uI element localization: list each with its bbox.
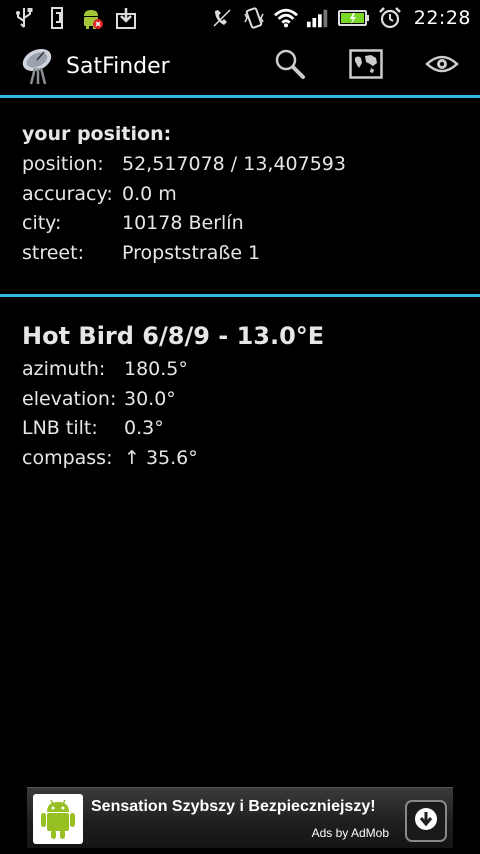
position-value: 52,517078 / 13,407593 [122,153,346,175]
ad-headline[interactable]: Sensation Szybszy i Bezpieczniejszy! [91,798,376,816]
lnb-tilt-row: LNB tilt: 0.3° [22,417,470,447]
compass-value: ↑ 35.6° [124,446,198,469]
elevation-label: elevation: [22,387,117,410]
map-icon [349,49,383,83]
eye-icon [425,53,459,79]
city-value: 10178 Berlín [122,212,244,234]
lnb-tilt-label: LNB tilt: [22,417,98,439]
position-label: position: [22,153,104,175]
ad-download-button[interactable] [405,800,447,842]
street-label: street: [22,241,84,264]
azimuth-label: azimuth: [22,358,106,380]
alarm-icon [378,6,402,30]
satellite-dish-icon[interactable] [18,46,58,86]
ad-attribution: Ads by AdMob [311,826,389,840]
silent-icon [210,6,234,30]
action-bar-divider [0,95,480,98]
city-row: city: 10178 Berlín [22,212,470,242]
accuracy-value: 0.0 m [122,182,177,205]
compass-label: compass: [22,446,113,469]
compass-row: compass: ↑ 35.6° [22,447,470,477]
android-alert-icon [80,6,104,30]
accuracy-row: accuracy: 0.0 m [22,183,470,213]
app-title: SatFinder [66,53,170,79]
search-icon [274,48,306,84]
elevation-row: elevation: 30.0° [22,388,470,418]
lnb-tilt-value: 0.3° [124,417,164,439]
satellite-section: Hot Bird 6/8/9 - 13.0°E azimuth: 180.5° … [22,322,470,476]
download-arrow-icon [413,806,439,836]
view-button[interactable] [404,36,480,96]
section-divider [0,294,480,297]
azimuth-value: 180.5° [124,358,188,380]
action-bar: SatFinder [0,36,480,96]
position-heading: your position: [22,123,172,145]
usb-icon [12,6,36,30]
elevation-value: 30.0° [124,387,176,410]
search-button[interactable] [252,36,328,96]
accuracy-label: accuracy: [22,182,113,205]
position-section: your position: position: 52,517078 / 13,… [22,123,470,271]
usb-debug-icon [46,6,70,30]
satellite-name: Hot Bird 6/8/9 - 13.0°E [22,322,325,350]
signal-icon [306,6,330,30]
city-label: city: [22,212,62,234]
azimuth-row: azimuth: 180.5° [22,358,470,388]
position-row: position: 52,517078 / 13,407593 [22,153,470,183]
wifi-icon [273,6,298,30]
download-icon [114,6,138,30]
street-row: street: Propststraße 1 [22,242,470,272]
status-time: 22:28 [413,7,471,29]
street-value: Propststraße 1 [122,241,261,264]
status-bar: 22:28 [0,0,480,36]
ad-banner[interactable]: Sensation Szybszy i Bezpieczniejszy! Ads… [27,787,453,848]
map-button[interactable] [328,36,404,96]
battery-icon [337,6,370,30]
android-icon [33,794,83,844]
vibrate-icon [242,6,266,30]
